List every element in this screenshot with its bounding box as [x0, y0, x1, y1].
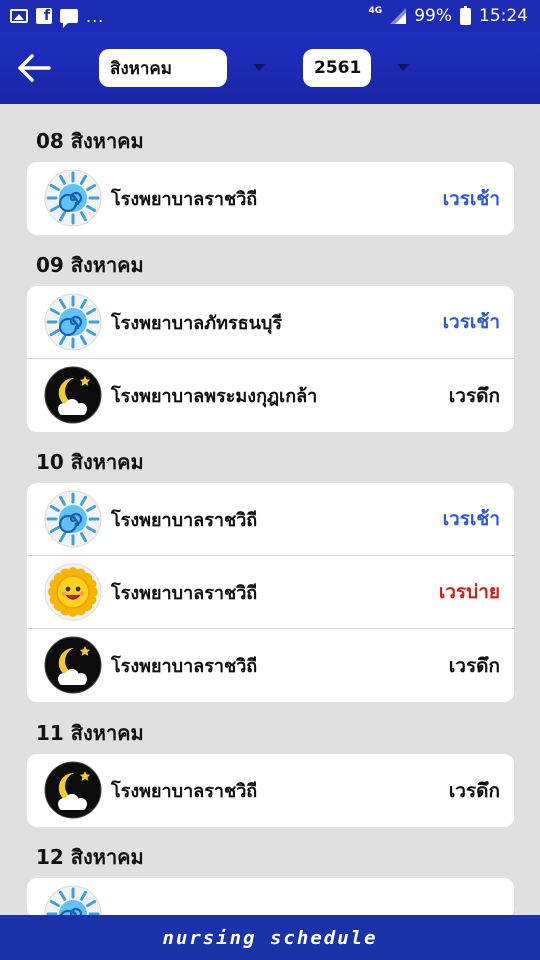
morning-shift-icon: [44, 293, 102, 351]
schedule-row[interactable]: โรงพยาบาลพระมงกุฎเกล้า เวรดึก: [27, 359, 514, 432]
footer-title: nursing schedule: [162, 926, 378, 949]
month-select[interactable]: สิงหาคม: [99, 49, 227, 87]
shift-label: เวรเช้า: [442, 508, 500, 530]
day-card: โรงพยาบาลภัทรธนบุรี เวรเช้า โรงพยาบาลพระ…: [27, 286, 514, 432]
day-card: โรงพยาบาลราชวิถี เวรเช้า: [27, 162, 514, 235]
schedule-list[interactable]: 08 สิงหาคม โรงพยาบาลราชวิถี เวรเช้า 09 ส…: [0, 104, 540, 915]
battery-icon: [460, 5, 471, 25]
schedule-row[interactable]: โรงพยาบาลราชวิถี เวรดึก: [27, 754, 514, 827]
schedule-row-partial[interactable]: [27, 878, 514, 915]
hospital-name: โรงพยาบาลพระมงกุฎเกล้า: [111, 386, 318, 407]
status-bar: f ... 4G 99% 15:24: [0, 0, 540, 32]
footer-bar: nursing schedule: [0, 915, 540, 960]
date-heading: 09 สิงหาคม: [36, 253, 144, 277]
hospital-name: โรงพยาบาลราชวิถี: [111, 656, 258, 677]
schedule-row[interactable]: โรงพยาบาลราชวิถี เวรบ่าย: [27, 556, 514, 629]
schedule-row[interactable]: โรงพยาบาลภัทรธนบุรี เวรเช้า: [27, 286, 514, 359]
back-button[interactable]: [14, 48, 54, 88]
message-icon: [60, 9, 78, 28]
hospital-name: โรงพยาบาลราชวิถี: [111, 781, 258, 802]
day-card: [27, 878, 514, 915]
shift-label: เวรเช้า: [442, 187, 500, 210]
date-heading: 10 สิงหาคม: [36, 450, 144, 474]
arrow-left-icon: [18, 54, 51, 82]
afternoon-shift-icon: [44, 563, 102, 621]
date-heading: 12 สิงหาคม: [36, 845, 144, 869]
day-card: โรงพยาบาลราชวิถี เวรเช้า โรงพยาบาลราชวิถ…: [27, 483, 514, 702]
chevron-down-icon[interactable]: [253, 64, 265, 71]
date-heading: 08 สิงหาคม: [36, 129, 144, 153]
hospital-name: โรงพยาบาลราชวิถี: [111, 509, 258, 531]
image-icon: [10, 9, 28, 23]
shift-label: เวรดึก: [448, 779, 500, 802]
year-select-value: 2561: [314, 58, 362, 78]
date-heading: 11 สิงหาคม: [36, 721, 144, 745]
morning-shift-icon: [44, 169, 102, 227]
shift-label: เวรบ่าย: [438, 581, 500, 603]
schedule-row[interactable]: โรงพยาบาลราชวิถี เวรดึก: [27, 629, 514, 702]
year-select[interactable]: 2561: [303, 49, 371, 87]
battery-percent: 99%: [414, 6, 452, 26]
schedule-row[interactable]: โรงพยาบาลราชวิถี เวรเช้า: [27, 162, 514, 235]
night-shift-icon: [44, 636, 102, 694]
shift-label: เวรดึก: [448, 654, 500, 677]
signal-icon: [390, 8, 407, 24]
status-left: f ...: [10, 6, 105, 28]
morning-shift-icon: [44, 885, 102, 915]
shift-label: เวรดึก: [448, 384, 500, 407]
facebook-icon: f: [36, 8, 52, 24]
network-type: 4G: [368, 6, 383, 16]
night-shift-icon: [44, 761, 102, 819]
hospital-name: โรงพยาบาลภัทรธนบุรี: [111, 312, 282, 334]
night-shift-icon: [44, 366, 102, 424]
morning-shift-icon: [44, 490, 102, 548]
day-card: โรงพยาบาลราชวิถี เวรดึก: [27, 754, 514, 827]
clock: 15:24: [479, 6, 528, 26]
status-right: 4G 99% 15:24: [368, 5, 528, 26]
schedule-row[interactable]: โรงพยาบาลราชวิถี เวรเช้า: [27, 483, 514, 556]
chevron-down-icon[interactable]: [397, 64, 409, 71]
hospital-name: โรงพยาบาลราชวิถี: [111, 189, 258, 210]
status-more-dots: ...: [86, 6, 105, 26]
shift-label: เวรเช้า: [442, 311, 500, 333]
app-header: สิงหาคม 2561: [0, 32, 540, 104]
month-select-value: สิงหาคม: [110, 58, 173, 79]
hospital-name: โรงพยาบาลราชวิถี: [111, 582, 258, 604]
